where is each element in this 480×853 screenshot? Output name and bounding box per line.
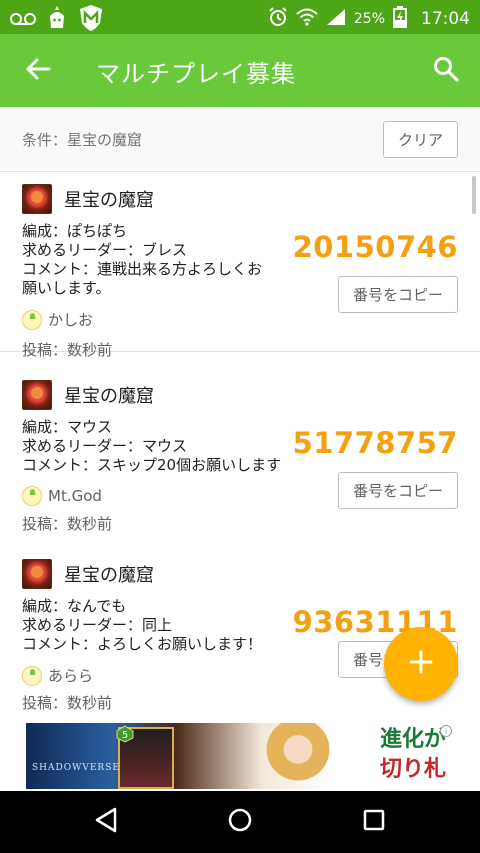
posted-time: 投稿：数秒前 <box>22 341 113 359</box>
search-button[interactable] <box>426 52 466 90</box>
ad-logo: SHADOWVERSE <box>32 763 120 773</box>
recruit-card[interactable]: 星宝の魔窟 編成：マウス 求めるリーダー：マウス コメント：スキップ20個お願い… <box>0 368 480 548</box>
user-avatar-icon <box>22 309 42 330</box>
post-details: 編成：ぽちぽち 求めるリーダー：ブレス コメント：連戦出来る方よろしくお 願いし… <box>22 222 292 298</box>
system-nav-bar <box>0 791 480 853</box>
dungeon-thumbnail <box>22 184 52 214</box>
scrollbar[interactable] <box>472 176 476 214</box>
nav-back-icon <box>94 807 118 837</box>
comment-text: コメント：連戦出来る方よろしくお <box>22 260 263 278</box>
ad-headline-2: 切り札 <box>379 757 446 782</box>
ad-banner[interactable]: SHADOWVERSE 5 進化が 切り札 i <box>0 721 480 791</box>
formation-text: 編成：マウス <box>22 418 113 436</box>
posted-time: 投稿：数秒前 <box>22 694 113 712</box>
room-number: 51778757 <box>292 426 458 460</box>
dungeon-thumbnail <box>22 380 52 410</box>
formation-text: 編成：ぽちぽち <box>22 222 128 240</box>
ad-card-art: 5 <box>116 725 174 789</box>
alarm-icon <box>268 7 288 31</box>
clear-button[interactable]: クリア <box>383 121 458 158</box>
filter-bar: 条件：星宝の魔窟 クリア <box>0 107 480 172</box>
filter-condition: 条件：星宝の魔窟 <box>22 131 143 149</box>
comment-text: コメント：スキップ20個お願いします <box>22 456 282 474</box>
poster: かしお <box>22 309 93 330</box>
ad-character-art <box>258 723 338 789</box>
leader-text: 求めるリーダー：同上 <box>22 616 173 634</box>
back-button[interactable] <box>18 52 58 90</box>
post-details: 編成：なんでも 求めるリーダー：同上 コメント：よろしくお願いします！ <box>22 597 292 654</box>
poster: Mt.God <box>22 486 102 506</box>
add-post-button[interactable] <box>384 627 458 701</box>
ad-headline: 進化が 切り札 <box>380 725 446 785</box>
status-bar: 25% 17:04 <box>0 0 480 34</box>
ad-headline-1: 進化が <box>379 727 446 752</box>
user-name: かしお <box>48 311 94 329</box>
dungeon-name: 星宝の魔窟 <box>64 190 154 211</box>
battery-percent: 25% <box>353 11 385 27</box>
ad-info-icon[interactable]: i <box>440 725 452 737</box>
battery-charging-icon <box>393 6 407 32</box>
user-avatar-icon <box>22 486 42 506</box>
comment-text: コメント：よろしくお願いします！ <box>22 635 263 653</box>
nav-home-icon <box>227 807 253 837</box>
room-number: 20150746 <box>292 230 458 264</box>
nav-back-button[interactable] <box>86 803 126 841</box>
ad-card-cost: 5 <box>122 730 128 741</box>
leader-text: 求めるリーダー：マウス <box>22 437 188 455</box>
search-icon <box>433 56 459 86</box>
user-name: あらら <box>48 667 94 685</box>
posted-time: 投稿：数秒前 <box>22 515 113 533</box>
app-bar: マルチプレイ募集 <box>0 34 480 107</box>
leader-text: 求めるリーダー：ブレス <box>22 241 188 259</box>
recruit-card[interactable]: 星宝の魔窟 編成：ぽちぽち 求めるリーダー：ブレス コメント：連戦出来る方よろし… <box>0 172 480 359</box>
shield-m-icon <box>78 4 104 36</box>
plus-icon <box>409 650 433 678</box>
clock-time: 17:04 <box>421 9 470 29</box>
voicemail-icon <box>10 11 36 30</box>
post-details: 編成：マウス 求めるリーダー：マウス コメント：スキップ20個お願いします <box>22 418 292 475</box>
wifi-icon <box>296 8 318 30</box>
signal-icon <box>326 8 346 30</box>
user-avatar-icon <box>22 665 42 686</box>
nav-home-button[interactable] <box>220 803 260 841</box>
user-name: Mt.God <box>48 487 102 505</box>
formation-text: 編成：なんでも <box>22 597 127 615</box>
copy-number-button[interactable]: 番号をコピー <box>338 276 458 313</box>
nav-recents-icon <box>362 808 386 836</box>
nav-recents-button[interactable] <box>354 803 394 841</box>
dungeon-name: 星宝の魔窟 <box>64 386 154 407</box>
poster: あらら <box>22 665 93 686</box>
comment-text-continued: 願いします。 <box>22 279 111 297</box>
ad-creative[interactable]: SHADOWVERSE 5 進化が 切り札 i <box>26 723 454 789</box>
page-title: マルチプレイ募集 <box>96 60 296 88</box>
arrow-back-icon <box>25 56 51 86</box>
dungeon-name: 星宝の魔窟 <box>64 565 154 586</box>
copy-number-button[interactable]: 番号をコピー <box>338 472 458 509</box>
dungeon-thumbnail <box>22 559 52 589</box>
app-mascot-icon <box>46 6 68 34</box>
